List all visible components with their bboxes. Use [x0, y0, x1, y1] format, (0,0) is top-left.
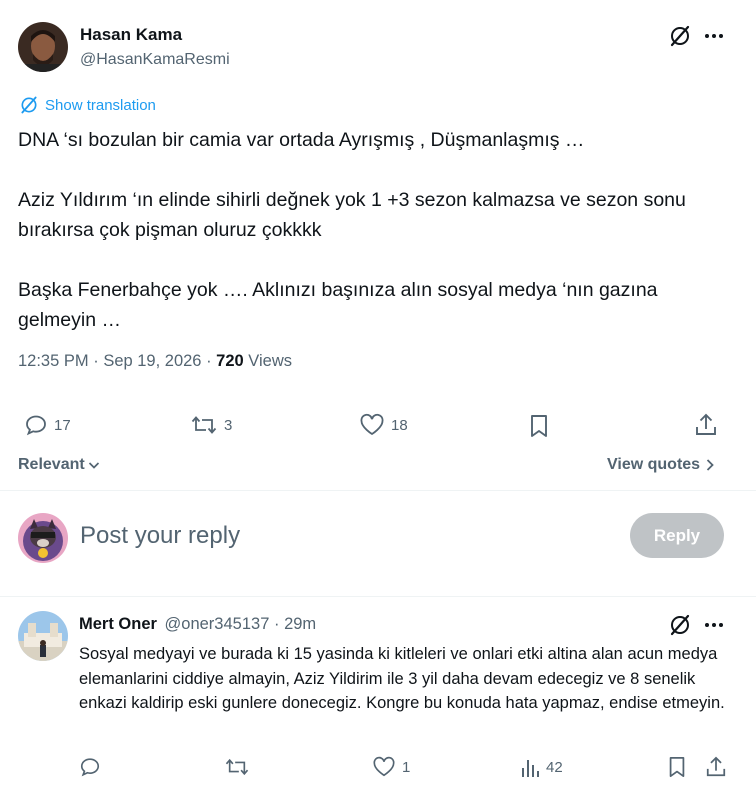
divider	[0, 596, 756, 597]
show-translation-link[interactable]: Show translation	[19, 95, 156, 115]
repost-count: 3	[224, 416, 233, 434]
reply-input[interactable]: Post your reply	[80, 522, 240, 550]
reply-icon[interactable]	[79, 756, 101, 778]
tweet-time[interactable]: 12:35 PM	[18, 352, 89, 370]
reply-action[interactable]: 17	[24, 413, 71, 437]
views-count: 720	[216, 352, 244, 370]
more-options-icon[interactable]	[704, 621, 724, 629]
repost-action[interactable]: 3	[190, 413, 232, 437]
grok-translate-icon	[19, 95, 39, 115]
bookmark-icon[interactable]	[527, 413, 551, 439]
reply-like-count: 1	[402, 758, 411, 776]
reply-count: 17	[54, 416, 71, 434]
heart-icon	[372, 756, 396, 778]
reply-author-name[interactable]: Mert Oner	[79, 615, 157, 633]
views-label: Views	[248, 352, 293, 370]
reply-icon	[24, 413, 48, 437]
repost-icon[interactable]	[224, 756, 250, 778]
grok-icon[interactable]	[668, 613, 692, 637]
current-user-avatar[interactable]	[18, 513, 68, 563]
reply-views-count: 42	[546, 758, 563, 776]
view-quotes-label: View quotes	[607, 456, 701, 473]
reply-time[interactable]: 29m	[284, 615, 316, 633]
repost-icon	[190, 413, 218, 437]
reply-text: Sosyal medyayi ve burada ki 15 yasinda k…	[79, 645, 725, 712]
share-icon[interactable]	[694, 412, 718, 438]
tweet-paragraph: Aziz Yıldırım ‘ın elinde sihirli değnek …	[18, 189, 686, 241]
divider	[0, 490, 756, 491]
sort-label: Relevant	[18, 456, 85, 473]
tweet-meta: 12:35 PM · Sep 19, 2026 · 720 Views	[18, 352, 293, 370]
like-action[interactable]: 18	[359, 413, 408, 437]
view-quotes-link[interactable]: View quotes	[607, 456, 715, 474]
tweet-date[interactable]: Sep 19, 2026	[103, 352, 201, 370]
share-icon[interactable]	[705, 755, 727, 779]
reply-button[interactable]: Reply	[630, 513, 724, 558]
author-handle[interactable]: @HasanKamaResmi	[80, 51, 230, 69]
reply-author-handle[interactable]: @oner345137	[165, 615, 270, 633]
sort-dropdown[interactable]: Relevant	[18, 456, 101, 474]
analytics-icon	[520, 756, 540, 778]
author-name[interactable]: Hasan Kama	[80, 25, 182, 45]
tweet-paragraph: Başka Fenerbahçe yok …. Aklınızı başınız…	[18, 279, 658, 331]
grok-icon[interactable]	[668, 24, 692, 48]
tweet-text: DNA ‘sı bozulan bir camia var ortada Ayr…	[18, 125, 718, 335]
like-count: 18	[391, 416, 408, 434]
bookmark-icon[interactable]	[666, 755, 688, 779]
author-avatar[interactable]	[18, 22, 68, 72]
chevron-down-icon	[87, 458, 101, 472]
reply-like-action[interactable]: 1	[372, 756, 410, 778]
heart-icon	[359, 413, 385, 437]
tweet-paragraph: DNA ‘sı bozulan bir camia var ortada Ayr…	[18, 129, 585, 151]
reply-author-avatar[interactable]	[18, 611, 68, 661]
reply-author-line: Mert Oner @oner345137 · 29m	[79, 615, 317, 633]
show-translation-label: Show translation	[45, 96, 156, 114]
chevron-right-icon	[705, 458, 715, 472]
more-options-icon[interactable]	[704, 32, 724, 40]
reply-views-action[interactable]: 42	[520, 756, 563, 778]
